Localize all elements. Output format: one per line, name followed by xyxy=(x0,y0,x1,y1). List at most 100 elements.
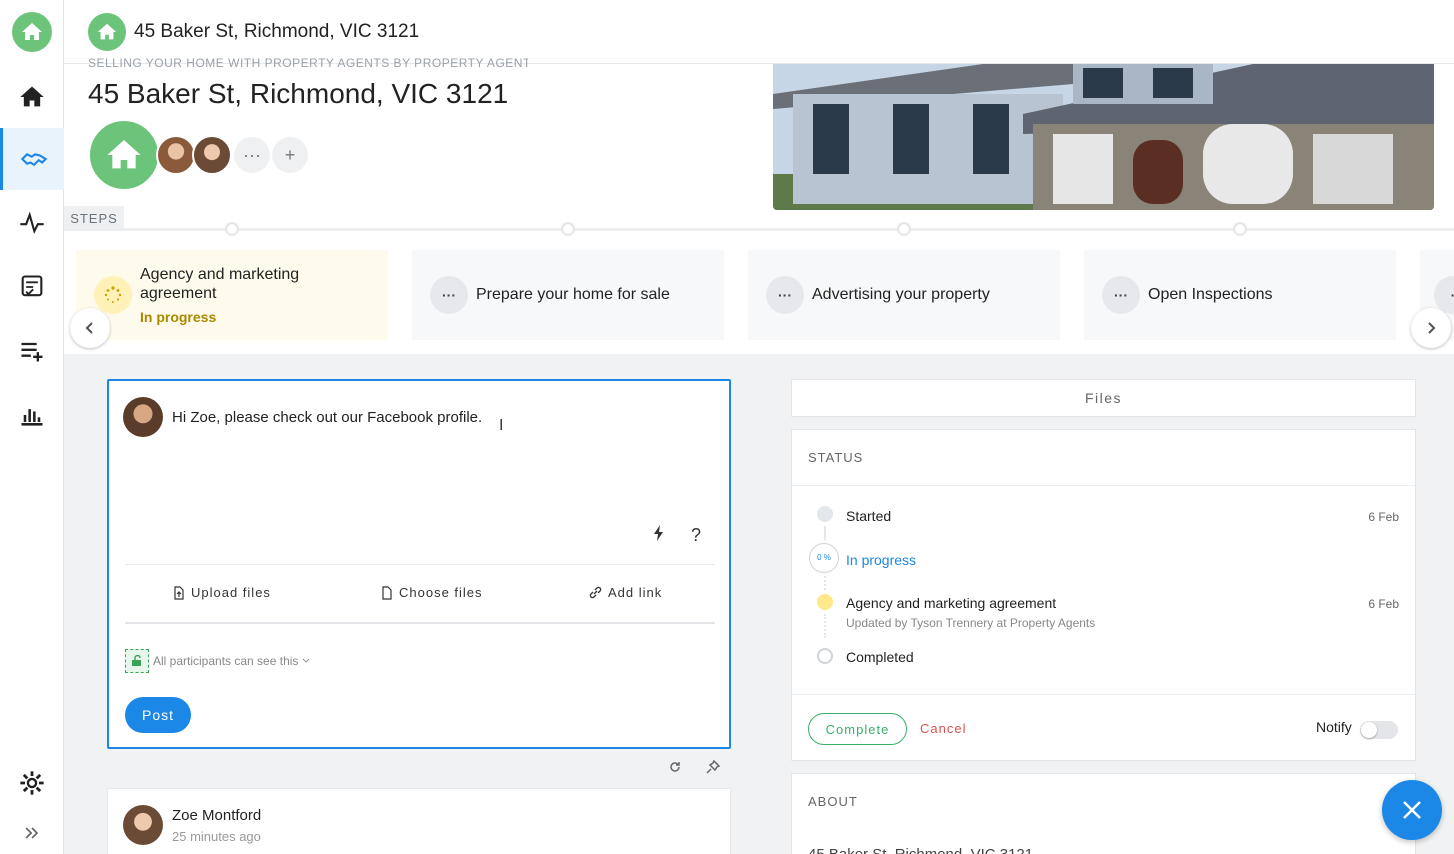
link-icon xyxy=(589,586,602,599)
sidebar xyxy=(0,0,64,854)
property-avatar[interactable] xyxy=(88,12,126,51)
step-card-agency[interactable]: Agency and marketing agreement In progre… xyxy=(76,250,388,340)
more-participants-button[interactable]: ··· xyxy=(234,137,270,173)
participants: ··· + xyxy=(88,119,308,191)
step-status: In progress xyxy=(140,309,217,325)
avatar[interactable] xyxy=(123,805,163,845)
bar-chart-icon xyxy=(21,409,43,426)
close-fab-button[interactable] xyxy=(1382,780,1442,840)
more-icon: ··· xyxy=(430,276,468,314)
home-icon xyxy=(107,140,141,169)
files-tab[interactable]: Files xyxy=(791,379,1416,417)
step-title: Advertising your property xyxy=(812,286,990,303)
status-started-date: 6 Feb xyxy=(1368,510,1399,524)
upload-files-button[interactable]: Upload files xyxy=(173,585,271,600)
property-photo xyxy=(773,64,1434,210)
lightning-icon[interactable] xyxy=(653,525,665,546)
status-card: STATUS Started 6 Feb 0 % In progress Age… xyxy=(791,429,1416,761)
home-logo-icon xyxy=(22,23,42,40)
page-title: 45 Baker St, Richmond, VIC 3121 xyxy=(88,78,509,109)
text-cursor-icon: I xyxy=(499,417,504,434)
timeline-dot xyxy=(897,222,911,236)
connector xyxy=(824,526,826,540)
add-participant-button[interactable]: + xyxy=(272,137,308,173)
unlock-icon xyxy=(125,649,149,673)
completed-dot-icon xyxy=(817,648,833,664)
cancel-button[interactable]: Cancel xyxy=(920,721,966,736)
more-icon: ··· xyxy=(766,276,804,314)
timeline-dot xyxy=(1233,222,1247,236)
sidebar-item-deals[interactable] xyxy=(0,128,64,190)
home-icon xyxy=(20,86,44,107)
add-link-label: Add link xyxy=(608,585,663,600)
status-agreement-sub: Updated by Tyson Trennery at Property Ag… xyxy=(846,616,1096,630)
pulse-icon xyxy=(20,211,44,235)
step-card-prepare[interactable]: ··· Prepare your home for sale xyxy=(412,250,724,340)
agreement-dot-icon xyxy=(817,594,833,610)
notify-toggle[interactable] xyxy=(1360,721,1398,739)
avatar[interactable] xyxy=(192,135,232,175)
chevron-left-icon xyxy=(85,322,93,334)
property-avatar-large[interactable] xyxy=(88,119,160,191)
home-icon xyxy=(97,23,117,39)
compose-box[interactable]: Hi Zoe, please check out our Facebook pr… xyxy=(107,379,731,749)
refresh-icon[interactable] xyxy=(668,760,682,779)
connector xyxy=(824,576,826,590)
step-title: Open Inspections xyxy=(1148,286,1273,303)
sidebar-item-add-list[interactable] xyxy=(0,320,64,382)
top-title: 45 Baker St, Richmond, VIC 3121 xyxy=(134,20,420,42)
step-card-inspections[interactable]: ··· Open Inspections xyxy=(1084,250,1396,340)
step-card-advertising[interactable]: ··· Advertising your property xyxy=(748,250,1060,340)
sidebar-expand[interactable] xyxy=(0,802,64,854)
upload-file-icon xyxy=(174,585,184,600)
chevron-down-icon xyxy=(303,658,310,663)
step-title: Prepare your home for sale xyxy=(476,286,670,303)
status-completed: Completed xyxy=(846,649,914,665)
feed-author[interactable]: Zoe Montford xyxy=(172,807,261,824)
status-agreement-date: 6 Feb xyxy=(1368,597,1399,611)
step-title: Agency and marketing agreement xyxy=(140,266,300,302)
add-link-button[interactable]: Add link xyxy=(589,585,662,600)
steps-prev-button[interactable] xyxy=(70,308,110,348)
chevron-right-icon xyxy=(1428,322,1436,334)
sidebar-item-tasks[interactable] xyxy=(0,256,64,318)
started-dot-icon xyxy=(817,506,833,522)
visibility-label: All participants can see this xyxy=(153,654,299,668)
sidebar-item-activity[interactable] xyxy=(0,192,64,254)
breadcrumb[interactable]: SELLING YOUR HOME WITH PROPERTY AGENTS B… xyxy=(88,56,528,68)
status-actions: Complete Cancel Notify xyxy=(792,694,1415,760)
visibility-select[interactable]: All participants can see this xyxy=(125,649,310,673)
choose-files-button[interactable]: Choose files xyxy=(381,585,483,600)
timeline-dot xyxy=(561,222,575,236)
divider xyxy=(125,564,715,565)
checklist-icon xyxy=(21,275,43,297)
gear-icon xyxy=(20,771,44,795)
steps-next-button[interactable] xyxy=(1411,308,1451,348)
sidebar-item-reports[interactable] xyxy=(0,384,64,446)
handshake-icon xyxy=(20,153,47,167)
avatar xyxy=(123,397,163,437)
close-icon xyxy=(1403,801,1421,819)
status-heading: STATUS xyxy=(792,430,1415,486)
upload-files-label: Upload files xyxy=(191,585,271,600)
complete-button[interactable]: Complete xyxy=(808,713,907,745)
about-card: ABOUT 45 Baker St, Richmond, VIC 3121 xyxy=(791,773,1416,854)
feed-item: Zoe Montford 25 minutes ago xyxy=(107,788,731,854)
steps-label: STEPS xyxy=(64,206,124,230)
app-logo[interactable] xyxy=(12,12,52,52)
status-in-progress: In progress xyxy=(846,552,917,568)
pin-icon[interactable] xyxy=(706,759,721,779)
progress-icon xyxy=(94,276,132,314)
status-agreement: Agency and marketing agreement xyxy=(846,595,1057,611)
post-button[interactable]: Post xyxy=(125,697,191,733)
avatar[interactable] xyxy=(156,135,196,175)
about-heading: ABOUT xyxy=(808,794,858,809)
help-icon[interactable]: ? xyxy=(691,525,701,546)
chevron-double-right-icon xyxy=(25,827,39,839)
progress-percent-badge: 0 % xyxy=(809,543,839,573)
compose-input[interactable]: Hi Zoe, please check out our Facebook pr… xyxy=(172,409,482,426)
sidebar-item-home[interactable] xyxy=(0,66,64,128)
about-address: 45 Baker St, Richmond, VIC 3121 xyxy=(808,846,1033,854)
divider xyxy=(125,622,715,624)
timeline-dot xyxy=(225,222,239,236)
